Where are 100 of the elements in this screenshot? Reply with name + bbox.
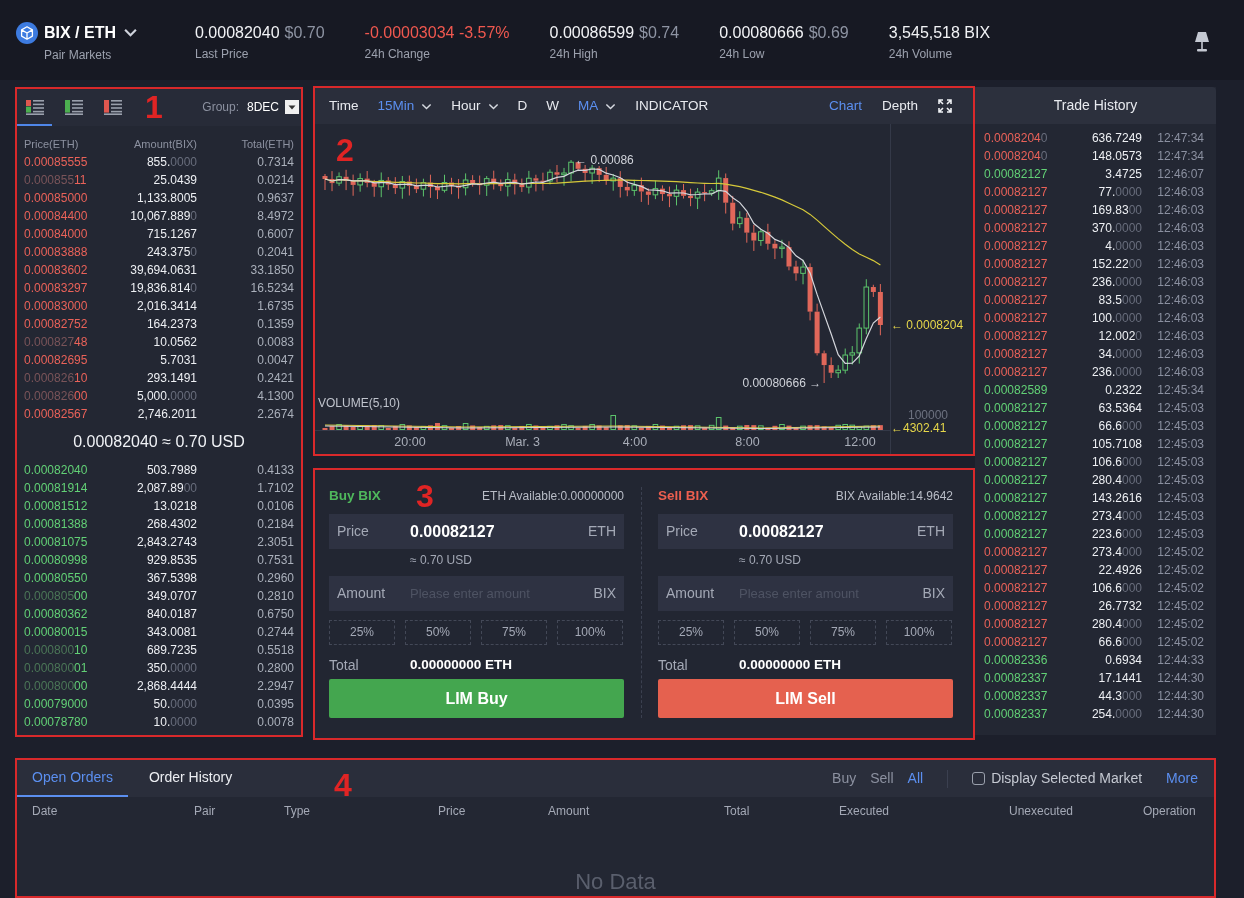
trade-time: 12:44:30	[1156, 670, 1204, 687]
annotation-number: 3	[416, 480, 434, 512]
group-select[interactable]: 8DEC	[247, 100, 299, 115]
order-amount: 350.0000	[145, 660, 197, 677]
percent-button[interactable]: 100%	[886, 620, 952, 645]
toolbar-dropdown[interactable]: MA	[578, 97, 617, 115]
axis-label: 20:00	[393, 435, 427, 450]
trade-amount: 77.0000	[1097, 184, 1142, 201]
unit-label: BIX	[593, 585, 616, 602]
percent-button[interactable]: 50%	[734, 620, 800, 645]
toolbar-button[interactable]: D	[517, 97, 528, 115]
column-header: Amount	[548, 803, 591, 820]
stat-label: 24h High	[549, 46, 598, 62]
stat-value: 0.00082040	[195, 22, 280, 43]
order-total: 0.7314	[256, 154, 294, 171]
pair-selector[interactable]: BIX / ETH	[44, 22, 138, 43]
order-amount: 715.1267	[145, 226, 197, 243]
trade-time: 12:46:03	[1156, 274, 1204, 291]
bid-price: 0.00079000	[24, 696, 89, 713]
form-title: Sell BIX	[658, 487, 709, 505]
order-amount: 50.0000	[152, 696, 197, 713]
toolbar-button[interactable]: Time	[329, 97, 359, 115]
trade-amount: 3.4725	[1104, 166, 1142, 183]
trade-amount: 280.4000	[1090, 472, 1142, 489]
order-amount: 929.8535	[145, 552, 197, 569]
trade-time: 12:45:02	[1156, 562, 1204, 579]
order-total: 0.6007	[256, 226, 294, 243]
bid-price: 0.00080001	[24, 660, 89, 677]
order-amount: 10.0000	[152, 714, 197, 731]
percent-button[interactable]: 25%	[658, 620, 724, 645]
market-checkbox[interactable]	[972, 772, 986, 785]
price-field[interactable]: Price 0.00082127 ETH	[658, 514, 953, 549]
toolbar-dropdown[interactable]: 15Min	[377, 97, 433, 115]
trade-amount: 63.5364	[1097, 400, 1142, 417]
ask-price: 0.00085000	[24, 190, 89, 207]
order-amount: 268.4302	[145, 516, 197, 533]
trade-price: 0.00082127	[984, 328, 1049, 345]
trade-time: 12:46:03	[1156, 292, 1204, 309]
bid-price: 0.00080010	[24, 642, 89, 659]
side-filter[interactable]: Buy	[832, 770, 857, 787]
order-total: 0.2810	[256, 588, 294, 605]
trade-price: 0.00082127	[984, 292, 1049, 309]
percent-button[interactable]: 100%	[557, 620, 623, 645]
order-total: 0.0214	[256, 172, 294, 189]
trade-time: 12:45:03	[1156, 454, 1204, 471]
lamp-icon[interactable]	[1193, 31, 1211, 53]
side-filter[interactable]: All	[907, 770, 924, 787]
more-link[interactable]: More	[1166, 770, 1198, 787]
percent-button[interactable]: 50%	[405, 620, 471, 645]
order-total: 0.0106	[256, 498, 294, 515]
axis-label: 12:00	[843, 435, 877, 450]
sell-button[interactable]: LIM Sell	[658, 679, 953, 718]
trade-amount: 34.0000	[1097, 346, 1142, 363]
toolbar-button[interactable]: INDICATOR	[635, 97, 709, 115]
order-total: 0.5518	[256, 642, 294, 659]
order-amount: 243.3750	[145, 244, 197, 261]
trade-time: 12:46:03	[1156, 310, 1204, 327]
stat-value: 0.00080666	[719, 22, 804, 43]
order-total: 0.0047	[256, 352, 294, 369]
percent-button[interactable]: 75%	[481, 620, 547, 645]
ask-price: 0.00083602	[24, 262, 89, 279]
orders-tab[interactable]: Open Orders	[17, 760, 128, 797]
trade-amount: 66.6000	[1097, 634, 1142, 651]
price-field[interactable]: Price 0.00082127 ETH	[329, 514, 624, 549]
orders-tab[interactable]: Order History	[133, 760, 248, 797]
order-amount: 10.0562	[152, 334, 197, 351]
annotation-number: 1	[145, 91, 163, 123]
order-amount: 39,694.0631	[129, 262, 197, 279]
toolbar-button[interactable]: W	[546, 97, 560, 115]
order-total: 0.2421	[256, 370, 294, 387]
trade-time: 12:45:02	[1156, 544, 1204, 561]
trade-price: 0.00082127	[984, 436, 1049, 453]
trade-time: 12:44:30	[1156, 706, 1204, 723]
trade-time: 12:45:02	[1156, 634, 1204, 651]
order-total: 8.4972	[256, 208, 294, 225]
trade-price: 0.00082337	[984, 688, 1049, 705]
order-amount: 2,087.8900	[135, 480, 197, 497]
price-input[interactable]: 0.00082127	[410, 520, 582, 543]
trade-time: 12:47:34	[1156, 148, 1204, 165]
trade-amount: 636.7249	[1090, 130, 1142, 147]
side-filter[interactable]: Sell	[870, 770, 894, 787]
trade-price: 0.00082127	[984, 166, 1049, 183]
bid-price: 0.00080015	[24, 624, 89, 641]
column-header: Price(ETH)	[24, 137, 80, 152]
usd-estimate: ≈ 0.70 USD	[739, 552, 801, 569]
order-amount: 2,843.2743	[135, 534, 197, 551]
toolbar-dropdown[interactable]: Hour	[451, 97, 499, 115]
chart-view-tab[interactable]: Chart	[828, 97, 862, 115]
total-label: Total	[658, 656, 689, 674]
price-input[interactable]: 0.00082127	[739, 520, 911, 543]
trade-amount: 236.0000	[1090, 364, 1142, 381]
chart-view-tab[interactable]: Depth	[881, 97, 918, 115]
trade-time: 12:45:02	[1156, 580, 1204, 597]
order-total: 2.3051	[256, 534, 294, 551]
fullscreen-button[interactable]	[938, 99, 952, 113]
panel-title: Trade History	[975, 87, 1216, 124]
bid-price: 0.00080550	[24, 570, 89, 587]
order-total: 0.0395	[256, 696, 294, 713]
percent-button[interactable]: 75%	[810, 620, 876, 645]
percent-button[interactable]: 25%	[329, 620, 395, 645]
